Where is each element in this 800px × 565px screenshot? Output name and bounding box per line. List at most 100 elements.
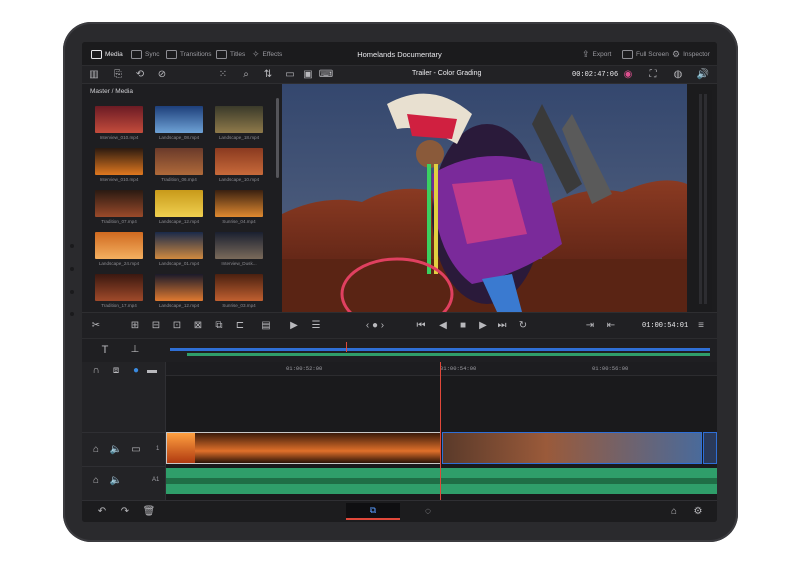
media-clip-thumbnail[interactable] xyxy=(215,190,263,217)
color-page-icon[interactable]: ◌ xyxy=(422,506,434,518)
source-viewer-icon[interactable]: ▤ xyxy=(260,320,272,332)
mini-playhead[interactable] xyxy=(346,342,347,352)
lock-icon[interactable]: ⌂ xyxy=(90,475,102,487)
media-clip-thumbnail[interactable] xyxy=(215,106,263,133)
insert-clip-icon[interactable]: ⊞ xyxy=(129,320,141,332)
zoom-icon[interactable]: ⧈ xyxy=(110,365,122,377)
video-track-header[interactable]: ⌂ 🔈 ▭ 1 xyxy=(82,432,166,466)
go-to-end-icon[interactable]: ⏭ xyxy=(496,320,508,332)
clip-view-icon[interactable]: ▭ xyxy=(284,69,296,81)
export-button[interactable]: ⇪ Export xyxy=(582,48,611,61)
media-clip-thumbnail[interactable] xyxy=(155,190,203,217)
go-to-start-icon[interactable]: ⏮ xyxy=(415,320,427,332)
video-track xyxy=(166,432,717,464)
grid-view-icon[interactable]: ⁙ xyxy=(217,69,229,81)
fit-to-fill-icon[interactable]: ⊏ xyxy=(234,320,246,332)
import-icon[interactable]: ⎘ xyxy=(112,69,124,81)
marker-icon[interactable]: ● xyxy=(130,365,142,377)
audio-waveform xyxy=(166,478,717,484)
redo-icon[interactable]: ↷ xyxy=(119,506,131,518)
media-clip-thumbnail[interactable] xyxy=(95,190,143,217)
jog-icon[interactable]: ‹ ● › xyxy=(360,320,390,332)
video-viewer[interactable] xyxy=(282,84,687,312)
video-clip-sunrise[interactable] xyxy=(166,432,441,464)
audio-track-header[interactable]: ⌂ 🔈 A1 xyxy=(82,466,166,500)
volume-icon[interactable]: 🔊 xyxy=(697,69,709,81)
play-reverse-icon[interactable]: ◀ xyxy=(437,320,449,332)
media-clip-label: Landscape_12.mp4 xyxy=(158,303,200,308)
scopes-icon[interactable]: ◍ xyxy=(672,69,684,81)
sliders-icon: ⚙ xyxy=(672,49,681,59)
fullscreen-button[interactable]: Full Screen xyxy=(622,48,669,61)
sort-icon[interactable]: ⇅ xyxy=(262,69,274,81)
color-icon[interactable]: ◉ xyxy=(622,69,634,81)
timeline-ruler[interactable]: 01:00:52:00 01:00:54:00 01:00:56:00 xyxy=(166,362,717,376)
timeline-playhead[interactable] xyxy=(440,362,441,500)
media-clip-thumbnail[interactable] xyxy=(95,148,143,175)
edit-page-button[interactable]: ⧉ xyxy=(346,503,400,520)
lock-icon[interactable]: ⌂ xyxy=(90,444,102,456)
media-clip-label: Sunrise_04.mp4 xyxy=(222,219,256,224)
ripple-overwrite-icon[interactable]: ⧉ xyxy=(213,320,225,332)
trash-icon[interactable]: 🗑 xyxy=(143,506,156,518)
media-pool-scrollbar[interactable] xyxy=(276,98,279,178)
home-icon[interactable]: ⌂ xyxy=(668,506,680,518)
video-clip-dancer[interactable] xyxy=(442,432,702,464)
media-clip-label: Interview_Dusk... xyxy=(221,261,257,266)
video-track-number: 1 xyxy=(156,446,160,452)
stop-icon[interactable]: ■ xyxy=(457,320,469,332)
mini-timeline[interactable]: T ⊥ xyxy=(82,338,717,362)
settings-icon[interactable]: ☰ xyxy=(310,320,322,332)
play-icon[interactable]: ▶ xyxy=(477,320,489,332)
title-tool-icon[interactable]: T xyxy=(97,343,113,357)
mark-out-icon[interactable]: ⇤ xyxy=(605,320,617,332)
audio-toggle-icon[interactable]: 🔈 xyxy=(110,475,122,487)
loop-icon[interactable]: ↻ xyxy=(517,320,529,332)
clip-thumbnail xyxy=(167,433,195,463)
scissors-icon[interactable]: ✂ xyxy=(90,320,102,332)
media-clip-label: Landscape_08.mp4 xyxy=(158,135,200,140)
undo-icon[interactable]: ↶ xyxy=(96,506,108,518)
media-clip-thumbnail[interactable] xyxy=(95,274,143,301)
timeline-view-icon[interactable]: ▶ xyxy=(288,320,300,332)
gear-icon[interactable]: ⚙ xyxy=(692,506,704,518)
media-clip-thumbnail[interactable] xyxy=(95,106,143,133)
place-on-top-icon[interactable]: ⊠ xyxy=(192,320,204,332)
sidebar-toggle-icon[interactable]: ▥ xyxy=(88,69,100,81)
append-clip-icon[interactable]: ⊟ xyxy=(150,320,162,332)
timeline-tracks[interactable] xyxy=(166,362,717,500)
keyboard-icon[interactable]: ⌨ xyxy=(319,69,333,81)
search-icon[interactable]: ⌕ xyxy=(240,69,252,81)
timeline-options-icon[interactable]: ▬ xyxy=(146,365,158,377)
media-clip-thumbnail[interactable] xyxy=(155,274,203,301)
viewer-frame-image xyxy=(282,84,687,312)
mark-in-icon[interactable]: ⇥ xyxy=(584,320,596,332)
link-icon[interactable]: ⟲ xyxy=(134,69,146,81)
audio-toggle-icon[interactable]: 🔈 xyxy=(110,444,122,456)
transform-icon[interactable]: ⛶ xyxy=(647,69,659,81)
timeline-name[interactable]: Trailer - Color Grading xyxy=(412,70,481,77)
video-clip-next[interactable] xyxy=(703,432,717,464)
media-clip-thumbnail[interactable] xyxy=(95,232,143,259)
export-label: Export xyxy=(592,51,612,58)
media-clip-thumbnail[interactable] xyxy=(215,274,263,301)
export-icon: ⇪ xyxy=(582,49,590,59)
overwrite-clip-icon[interactable]: ⊡ xyxy=(171,320,183,332)
video-toggle-icon[interactable]: ▭ xyxy=(130,444,142,456)
lock-track-icon[interactable]: ⊥ xyxy=(128,343,142,357)
audio-clip[interactable] xyxy=(166,468,717,494)
media-clip-thumbnail[interactable] xyxy=(155,106,203,133)
bottom-bar: ↶ ↷ 🗑 ⧉ ◌ ⌂ ⚙ xyxy=(82,500,717,522)
unlink-icon[interactable]: ⊘ xyxy=(156,69,168,81)
snapping-icon[interactable]: ∩ xyxy=(90,365,102,377)
tool-row: ▥ ⎘ ⟲ ⊘ ⁙ ⌕ ⇅ ▭ ▣ ⌨ Trailer - Color Grad… xyxy=(82,66,717,84)
layout-icon[interactable]: ▣ xyxy=(302,69,314,81)
media-clip-thumbnail[interactable] xyxy=(155,232,203,259)
inspector-button[interactable]: ⚙ Inspector xyxy=(672,48,710,61)
media-clip-thumbnail[interactable] xyxy=(215,148,263,175)
media-clip-thumbnail[interactable] xyxy=(155,148,203,175)
device-sensor xyxy=(70,290,74,294)
media-clip-thumbnail[interactable] xyxy=(215,232,263,259)
media-clip-label: Tradition_17.mp4 xyxy=(101,303,137,308)
menu-icon[interactable]: ≡ xyxy=(695,320,707,332)
